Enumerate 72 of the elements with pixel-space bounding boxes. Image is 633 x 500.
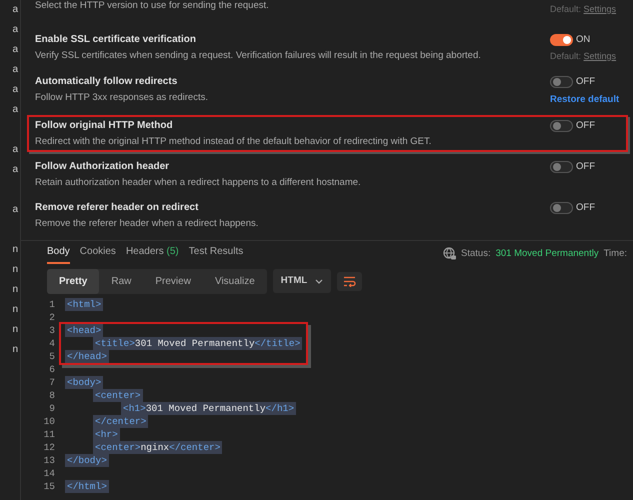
toggle-state: OFF	[576, 75, 595, 90]
line-number: 9	[48, 402, 55, 415]
sidebar-item[interactable]: a	[12, 164, 18, 175]
toggle-state: OFF	[576, 200, 595, 215]
setting-title: Remove referer header on redirect	[35, 200, 200, 215]
view-mode-tab[interactable]: Preview	[143, 268, 203, 294]
sidebar-item[interactable]: a	[12, 4, 18, 15]
line-number: 8	[48, 388, 55, 402]
status-label: Status:	[461, 246, 491, 261]
sidebar-item[interactable]: a	[12, 144, 18, 155]
view-mode-tab[interactable]: Visualize	[202, 268, 267, 294]
setting-title: Follow Authorization header	[35, 160, 170, 174]
line-number: 13	[42, 454, 55, 467]
sidebar-item[interactable]: a	[12, 24, 18, 35]
setting-title: Enable SSL certificate verification	[35, 32, 197, 46]
line-number: 11	[42, 428, 55, 441]
sidebar-item[interactable]: n	[12, 324, 18, 335]
line-number: 14	[42, 466, 55, 480]
toggle-state: ON	[576, 32, 590, 46]
sidebar-item[interactable]: n	[12, 304, 18, 315]
time-label: Time:	[604, 246, 627, 261]
line-number: 1	[48, 298, 55, 311]
view-mode-tab[interactable]: Raw	[99, 268, 144, 294]
format-dropdown[interactable]: HTML	[272, 269, 332, 294]
default-label: Default:	[550, 50, 582, 61]
sidebar-item[interactable]: n	[12, 244, 18, 255]
toggle-state: OFF	[576, 118, 595, 133]
response-tab[interactable]: Headers (5)	[126, 244, 179, 264]
sidebar-item[interactable]: a	[12, 64, 18, 75]
toggle-state: OFF	[576, 160, 595, 174]
status-value: 301 Moved Permanently	[496, 246, 599, 261]
line-number: 2	[48, 310, 55, 324]
default-label: Default:	[550, 4, 582, 14]
setting-description: Select the HTTP version to use for sending the request.	[35, 0, 270, 12]
line-number: 10	[42, 414, 55, 428]
toggle-switch[interactable]	[550, 120, 573, 132]
toggle-switch[interactable]	[550, 160, 573, 173]
sidebar-item[interactable]: n	[12, 344, 18, 355]
settings-link[interactable]: Settings	[584, 4, 616, 14]
response-tab[interactable]: Cookies	[80, 244, 116, 264]
setting-title: Automatically follow redirects	[35, 75, 178, 90]
sidebar-item[interactable]: a	[12, 104, 18, 115]
sidebar-item[interactable]: n	[12, 264, 18, 275]
line-number: 4	[48, 336, 55, 350]
line-number: 6	[48, 362, 55, 376]
sidebar-item[interactable]: a	[12, 44, 18, 55]
toggle-switch[interactable]	[550, 202, 573, 214]
sidebar-item[interactable]: a	[12, 84, 18, 95]
setting-title: Follow original HTTP Method	[35, 118, 174, 133]
restore-default-link[interactable]: Restore default	[550, 92, 620, 107]
response-tab[interactable]: Body	[47, 244, 70, 264]
globe-icon[interactable]	[443, 247, 456, 260]
sidebar-item[interactable]: n	[12, 284, 18, 295]
view-mode-tab[interactable]: Pretty	[47, 268, 100, 294]
line-number: 3	[48, 324, 55, 337]
chevron-down-icon	[315, 278, 324, 284]
sidebar-item[interactable]: a	[12, 204, 18, 215]
line-number: 12	[42, 440, 55, 454]
line-number: 5	[48, 350, 55, 363]
toggle-switch[interactable]	[550, 76, 573, 88]
setting-description: Remove the referer header when a redirect happens.	[35, 216, 260, 230]
toggle-switch[interactable]	[550, 34, 573, 46]
setting-description: Follow HTTP 3xx responses as redirects.	[35, 91, 209, 104]
response-tab[interactable]: Test Results	[188, 244, 244, 264]
wrap-lines-button[interactable]	[337, 272, 362, 291]
line-number: 15	[42, 480, 55, 493]
setting-description: Redirect with the original HTTP method instead of the default behavior of redirecting with GET.	[35, 134, 432, 148]
setting-description: Retain authorization header when a redirect happens to a different hostname.	[35, 176, 362, 189]
settings-link[interactable]: Settings	[584, 50, 616, 61]
line-number: 7	[48, 376, 55, 389]
wrap-lines-icon	[343, 276, 356, 287]
setting-description: Verify SSL certificates when sending a request. Verification failures will result in the request being aborted.	[35, 48, 482, 62]
